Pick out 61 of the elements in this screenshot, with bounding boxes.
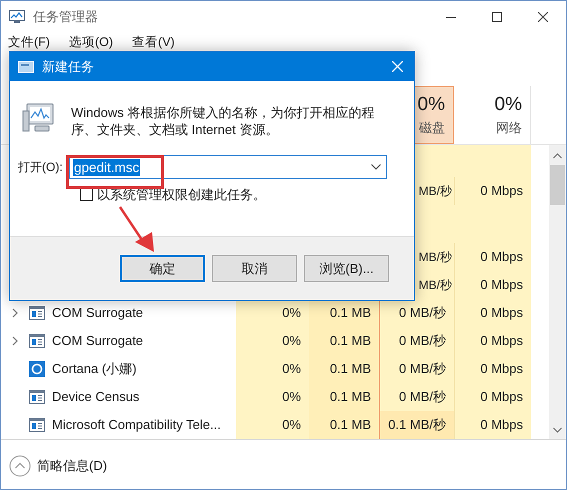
dialog-button[interactable]: 浏览(B)... (304, 255, 389, 282)
table-cell-text: 0% (282, 332, 301, 350)
table-cell-text: 0 Mbps (480, 182, 523, 200)
menu-item[interactable]: 文件(F) (8, 32, 50, 52)
table-cell-text: 0 MB/秒 (399, 388, 446, 406)
dialog-button[interactable]: 取消 (212, 255, 297, 282)
expand-chevron-icon[interactable] (12, 336, 18, 346)
table-cell-text: MB/秒 (418, 183, 452, 200)
table-cell-text: 0 MB/秒 (399, 360, 446, 378)
scroll-up-icon[interactable] (553, 153, 562, 159)
table-cell-text: MB/秒 (418, 277, 452, 294)
scrollbar[interactable] (549, 145, 566, 439)
table-cell-text: 0 Mbps (480, 276, 523, 294)
table-cell-text: 0.1 MB (330, 360, 371, 378)
process-name[interactable]: COM Surrogate (52, 331, 144, 351)
maximize-icon[interactable] (492, 12, 502, 22)
table-cell-text: 0% (282, 360, 301, 378)
table-cell-text: 0.1 MB (330, 304, 371, 322)
table-cell-text: MB/秒 (418, 249, 452, 266)
monitor-chart-icon (9, 10, 25, 24)
table-cell-text: 0.1 MB (330, 332, 371, 350)
scroll-thumb[interactable] (550, 165, 565, 205)
table-cell-text: 0.1 MB (330, 416, 371, 434)
table-cell-text: 0 MB/秒 (399, 332, 446, 350)
open-label: 打开(O): (18, 159, 64, 176)
dialog-message: Windows 将根据你所键入的名称，为你打开相应的程序、文件夹、文档或 Internet 资源。 (71, 104, 376, 138)
table-cell-text: 0.1 MB (330, 388, 371, 406)
dropdown-caret-icon[interactable] (371, 164, 381, 170)
process-name[interactable]: Device Census (52, 387, 140, 407)
table-cell-text: 0 Mbps (480, 248, 523, 266)
table-cell-text: 0% (282, 304, 301, 322)
run-icon (18, 60, 34, 72)
admin-checkbox[interactable] (80, 188, 93, 202)
table-cell-text: 0 Mbps (480, 388, 523, 406)
table-cell-text: 0 Mbps (480, 360, 523, 378)
table-cell-text: 0.1 MB/秒 (388, 416, 446, 434)
window-app-icon (29, 334, 45, 348)
table-cell-text: 0 Mbps (480, 332, 523, 350)
dialog-title: 新建任务 (42, 58, 94, 76)
table-cell-text: 0% (282, 416, 301, 434)
expand-chevron-icon[interactable] (12, 308, 18, 318)
dialog-button[interactable]: 确定 (120, 255, 205, 282)
window-app-icon (29, 306, 45, 320)
table-cell-text: 0% (282, 388, 301, 406)
minimize-icon[interactable] (446, 16, 456, 18)
process-name[interactable]: Cortana (小娜) (52, 359, 137, 379)
window-app-icon (29, 390, 45, 404)
collapse-circle-icon[interactable] (9, 454, 31, 476)
menu-item[interactable]: 查看(V) (132, 32, 175, 52)
process-name[interactable]: COM Surrogate (52, 303, 144, 323)
scroll-down-icon[interactable] (553, 427, 562, 433)
table-cell-text: 0 Mbps (480, 304, 523, 322)
table-cell-text: 0 Mbps (480, 416, 523, 434)
close-icon[interactable] (538, 12, 548, 22)
table-cell-text: 0 MB/秒 (399, 304, 446, 322)
menu-item[interactable]: 选项(O) (68, 32, 114, 52)
window-title: 任务管理器 (33, 8, 98, 26)
window-app-icon (29, 418, 45, 432)
circle-app-icon (29, 361, 45, 377)
fewer-details-link[interactable]: 简略信息(D) (37, 456, 108, 476)
process-name[interactable]: Microsoft Compatibility Tele... (52, 415, 221, 435)
